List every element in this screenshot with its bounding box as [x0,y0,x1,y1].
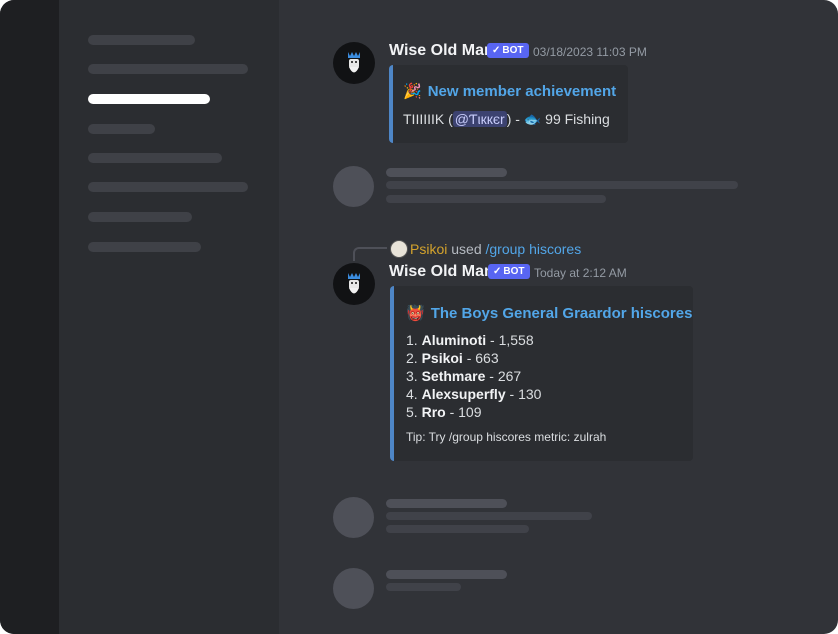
placeholder-line [386,195,606,203]
psikoi-avatar-icon[interactable] [390,240,408,258]
placeholder-avatar [333,166,374,207]
placeholder-line [386,583,461,591]
hiscore-player: Rro [421,404,446,420]
hiscore-value: - 663 [466,350,499,366]
bot-tag: ✓ BOT [487,43,529,58]
channel-placeholder[interactable] [88,182,248,192]
member-name: TIIIIIIK ( [403,111,453,127]
channel-placeholder[interactable] [88,35,195,45]
placeholder-line [386,168,507,177]
placeholder-line [386,512,592,520]
hiscore-value: - 267 [489,368,522,384]
reply-connector [353,247,387,261]
channel-placeholder[interactable] [88,212,192,222]
placeholder-line [386,499,507,508]
general-graardor-icon: 👹 [406,305,425,322]
bot-avatar[interactable] [333,42,375,84]
hiscores-embed: 👹 The Boys General Graardor hiscores 1. A… [390,286,693,461]
verified-check-icon: ✓ [493,266,502,277]
command-used-text: used [451,241,482,257]
fishing-icon: 🐟 [523,111,542,127]
placeholder-avatar [333,497,374,538]
placeholder-line [386,181,738,189]
embed-footer-tip: Tip: Try /group hiscores metric: zulrah [406,430,607,444]
hiscore-row: 5. Rro - 109 [406,404,482,420]
hiscore-value: - 109 [449,404,482,420]
verified-check-icon: ✓ [492,45,501,56]
achievement-embed: 🎉 New member achievement TIIIIIIK (@Ƭιккє… [389,65,628,143]
hiscore-rank: 4. [406,386,418,402]
message-author[interactable]: Wise Old Man [389,263,494,281]
bot-avatar[interactable] [333,263,375,305]
hiscore-player: Alexsuperfly [421,386,506,402]
embed-title-text: New member achievement [427,83,617,100]
app-window: Wise Old Man ✓ BOT 03/18/2023 11:03 PM 🎉 N… [0,0,838,634]
wise-old-man-icon [348,273,360,294]
embed-title[interactable]: 👹 The Boys General Graardor hiscores [406,304,692,322]
embed-description: TIIIIIIK (@Ƭιккєr) - 🐟 99 Fishing [403,111,610,128]
hiscore-value: - 1,558 [490,332,534,348]
hiscore-player: Sethmare [421,368,486,384]
hiscore-rank: 1. [406,332,418,348]
bot-tag-label: BOT [503,266,525,277]
placeholder-avatar [333,568,374,609]
message-timestamp[interactable]: Today at 2:12 AM [534,266,627,280]
hiscore-value: - 130 [509,386,542,402]
server-rail [0,0,59,634]
embed-title[interactable]: 🎉 New member achievement [403,82,616,100]
placeholder-line [386,570,507,579]
hiscore-player: Psikoi [421,350,463,366]
message-timestamp[interactable]: 03/18/2023 11:03 PM [533,45,647,59]
message-area: Wise Old Man ✓ BOT 03/18/2023 11:03 PM 🎉 N… [279,0,838,634]
command-user[interactable]: Psikoi [410,241,447,257]
channel-placeholder[interactable] [88,64,248,74]
hiscore-rank: 5. [406,404,418,420]
placeholder-line [386,525,529,533]
channel-placeholder[interactable] [88,153,222,163]
hiscore-player: Aluminoti [421,332,487,348]
wise-old-man-icon [348,52,360,73]
hiscore-row: 3. Sethmare - 267 [406,368,521,384]
hiscore-rank: 3. [406,368,418,384]
hiscore-rank: 2. [406,350,418,366]
bot-tag: ✓ BOT [488,264,530,279]
bot-tag-label: BOT [502,45,524,56]
channel-placeholder[interactable] [88,242,201,252]
separator-text: ) - [506,111,524,127]
hiscore-row: 1. Aluminoti - 1,558 [406,332,534,348]
hiscore-row: 2. Psikoi - 663 [406,350,499,366]
command-invocation: Psikoi used /group hiscores [410,241,581,257]
party-popper-icon: 🎉 [403,83,422,100]
embed-title-text: The Boys General Graardor hiscores [430,305,693,322]
command-name[interactable]: /group hiscores [486,241,582,257]
user-mention[interactable]: @Ƭιккєr [452,111,507,127]
channel-placeholder[interactable] [88,124,155,134]
hiscore-row: 4. Alexsuperfly - 130 [406,386,541,402]
achievement-text: 99 Fishing [545,111,610,127]
channel-sidebar [59,0,279,634]
channel-placeholder-active[interactable] [88,94,210,104]
message-author[interactable]: Wise Old Man [389,42,494,60]
